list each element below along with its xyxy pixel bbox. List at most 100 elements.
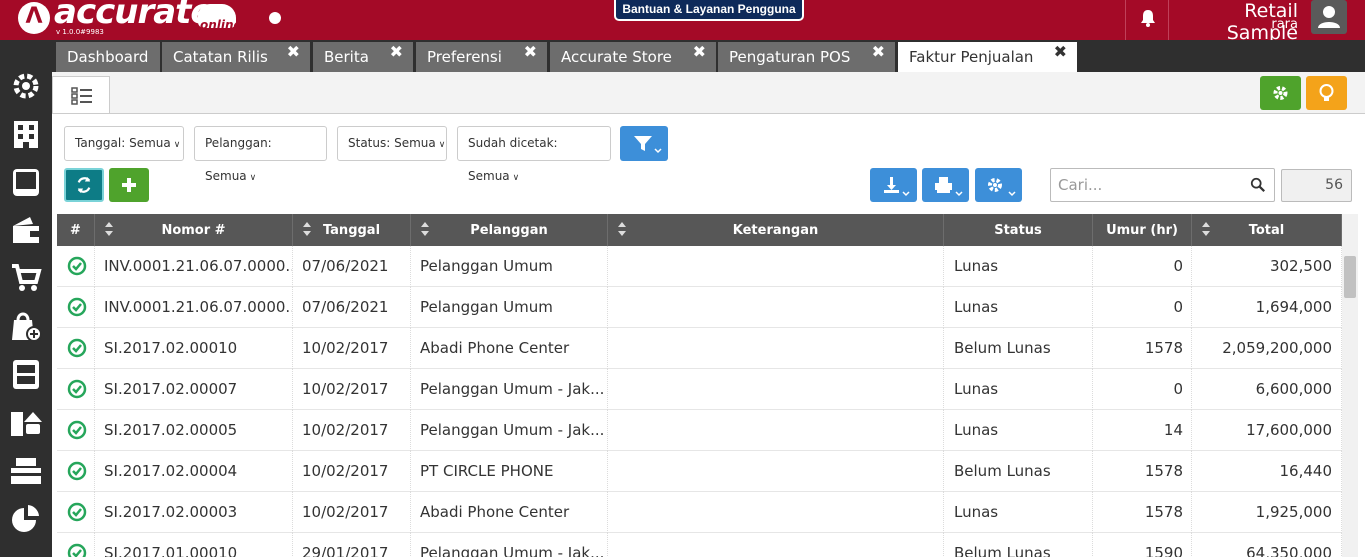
cell-status: Belum Lunas [944, 451, 1093, 492]
cell-tanggal: 10/02/2017 [293, 451, 411, 492]
cell-pelanggan: Pelanggan Umum [411, 287, 608, 328]
assets-icon[interactable] [10, 406, 42, 438]
table-row[interactable]: SI.2017.02.00003 10/02/2017 Abadi Phone Ce… [57, 492, 1342, 533]
scrollbar-thumb[interactable] [1344, 256, 1356, 298]
column-header-status[interactable]: Status [944, 214, 1093, 246]
cell-pelanggan: Pelanggan Umum - Jak... [411, 410, 608, 451]
print-button[interactable] [922, 168, 969, 202]
column-header-number[interactable]: # [57, 214, 95, 246]
shopping-bag-add-icon[interactable] [10, 310, 42, 342]
cell-keterangan [608, 533, 944, 557]
building-icon[interactable] [10, 118, 42, 150]
tab-accurate-store[interactable]: Accurate Store ✖ [550, 42, 716, 72]
list-view-tab[interactable] [52, 76, 110, 113]
cell-umur: 1578 [1093, 492, 1192, 533]
settings-gear-icon[interactable] [10, 70, 42, 102]
tab-label: Faktur Penjualan [909, 48, 1034, 66]
refresh-icon [77, 177, 91, 193]
search-input[interactable]: Cari... [1050, 168, 1275, 202]
status-cell [57, 287, 95, 328]
sort-icon [1202, 222, 1210, 236]
cell-nomor: SI.2017.01.00010 [95, 533, 293, 557]
cell-keterangan [608, 451, 944, 492]
cell-umur: 1578 [1093, 328, 1192, 369]
close-icon[interactable]: ✖ [287, 42, 300, 61]
column-header-keterangan[interactable]: Keterangan [608, 214, 944, 246]
tips-button[interactable] [1306, 76, 1347, 110]
bell-icon[interactable] [1139, 8, 1157, 28]
settings-button[interactable] [1260, 76, 1301, 110]
cell-pelanggan: PT CIRCLE PHONE [411, 451, 608, 492]
cell-nomor: SI.2017.02.00003 [95, 492, 293, 533]
close-icon[interactable]: ✖ [872, 42, 885, 61]
tab-label: Pengaturan POS [729, 48, 851, 66]
column-header-nomor[interactable]: Nomor # [95, 214, 293, 246]
column-header-tanggal[interactable]: Tanggal [293, 214, 411, 246]
check-circle-icon [67, 297, 87, 317]
tab-catatan-rilis[interactable]: Catatan Rilis ✖ [162, 42, 310, 72]
status-cell [57, 246, 95, 287]
column-header-pelanggan[interactable]: Pelanggan [411, 214, 608, 246]
printer-icon [935, 177, 963, 197]
chevron-down-icon: ∨ [512, 173, 520, 183]
table-header: # Nomor # Tanggal Pelanggan Keterangan S… [57, 214, 1342, 246]
close-icon[interactable]: ✖ [524, 42, 537, 61]
tab-preferensi[interactable]: Preferensi ✖ [416, 42, 547, 72]
wallet-icon[interactable] [10, 214, 42, 246]
filter-pelanggan[interactable]: Pelanggan: Semua ∨ [194, 126, 327, 183]
top-bar: Λ accurate online v 1.0.0#9983 Bantuan &… [0, 0, 1365, 44]
tax-icon[interactable] [10, 454, 42, 486]
table-row[interactable]: SI.2017.02.00010 10/02/2017 Abadi Phone Ce… [57, 328, 1342, 369]
cell-keterangan [608, 492, 944, 533]
table-scrollbar[interactable] [1342, 214, 1358, 557]
cell-total: 16,440 [1192, 451, 1342, 492]
close-icon[interactable]: ✖ [390, 42, 403, 61]
tab-faktur-penjualan[interactable]: Faktur Penjualan ✖ [898, 42, 1077, 72]
user-icon [1318, 6, 1340, 28]
tab-dashboard[interactable]: Dashboard [56, 42, 160, 72]
column-header-total[interactable]: Total [1192, 214, 1342, 246]
refresh-button[interactable] [64, 168, 104, 202]
filter-status[interactable]: Status: Semua ∨ [337, 126, 447, 161]
sort-icon [421, 222, 429, 236]
status-dot-icon [269, 12, 281, 24]
help-button[interactable]: Bantuan & Layanan Pengguna [614, 0, 804, 21]
chevron-down-icon: ∨ [173, 140, 181, 150]
table-row[interactable]: SI.2017.02.00005 10/02/2017 Pelanggan Umum… [57, 410, 1342, 451]
table-row[interactable]: SI.2017.02.00007 10/02/2017 Pelanggan Umum… [57, 369, 1342, 410]
close-icon[interactable]: ✖ [693, 42, 706, 61]
filter-tanggal[interactable]: Tanggal: Semua ∨ [64, 126, 184, 161]
cell-keterangan [608, 287, 944, 328]
check-circle-icon [67, 543, 87, 557]
tab-label: Catatan Rilis [173, 48, 268, 66]
cell-total: 2,059,200,000 [1192, 328, 1342, 369]
check-circle-icon [67, 379, 87, 399]
table-row[interactable]: SI.2017.01.00010 29/01/2017 Pelanggan Umum… [57, 533, 1342, 557]
table-row[interactable]: SI.2017.02.00004 10/02/2017 PT CIRCLE PHON… [57, 451, 1342, 492]
table-row[interactable]: INV.0001.21.06.07.0000... 07/06/2021 Pelan… [57, 287, 1342, 328]
cart-icon[interactable] [10, 262, 42, 294]
column-label: Status [994, 223, 1042, 238]
advanced-filter-button[interactable] [620, 126, 668, 161]
download-button[interactable] [870, 168, 917, 202]
tab-berita[interactable]: Berita ✖ [313, 42, 413, 72]
tab-pengaturan-pos[interactable]: Pengaturan POS ✖ [718, 42, 895, 72]
status-cell [57, 410, 95, 451]
avatar[interactable] [1311, 0, 1347, 34]
check-circle-icon [67, 461, 87, 481]
tab-label: Berita [324, 48, 369, 66]
cell-status: Lunas [944, 287, 1093, 328]
search-icon[interactable] [1250, 177, 1266, 193]
check-circle-icon [67, 338, 87, 358]
user-name[interactable]: rara [1176, 17, 1298, 32]
add-button[interactable] [109, 168, 149, 202]
filter-sudah-dicetak[interactable]: Sudah dicetak: Semua ∨ [457, 126, 611, 183]
close-icon[interactable]: ✖ [1054, 42, 1067, 61]
table-row[interactable]: INV.0001.21.06.07.0000... 07/06/2021 Pelan… [57, 246, 1342, 287]
pie-chart-icon[interactable] [10, 502, 42, 534]
cell-tanggal: 10/02/2017 [293, 369, 411, 410]
column-header-umur[interactable]: Umur (hr) [1093, 214, 1192, 246]
cabinet-icon[interactable] [10, 358, 42, 390]
ledger-icon[interactable] [10, 166, 42, 198]
options-button[interactable] [975, 168, 1022, 202]
